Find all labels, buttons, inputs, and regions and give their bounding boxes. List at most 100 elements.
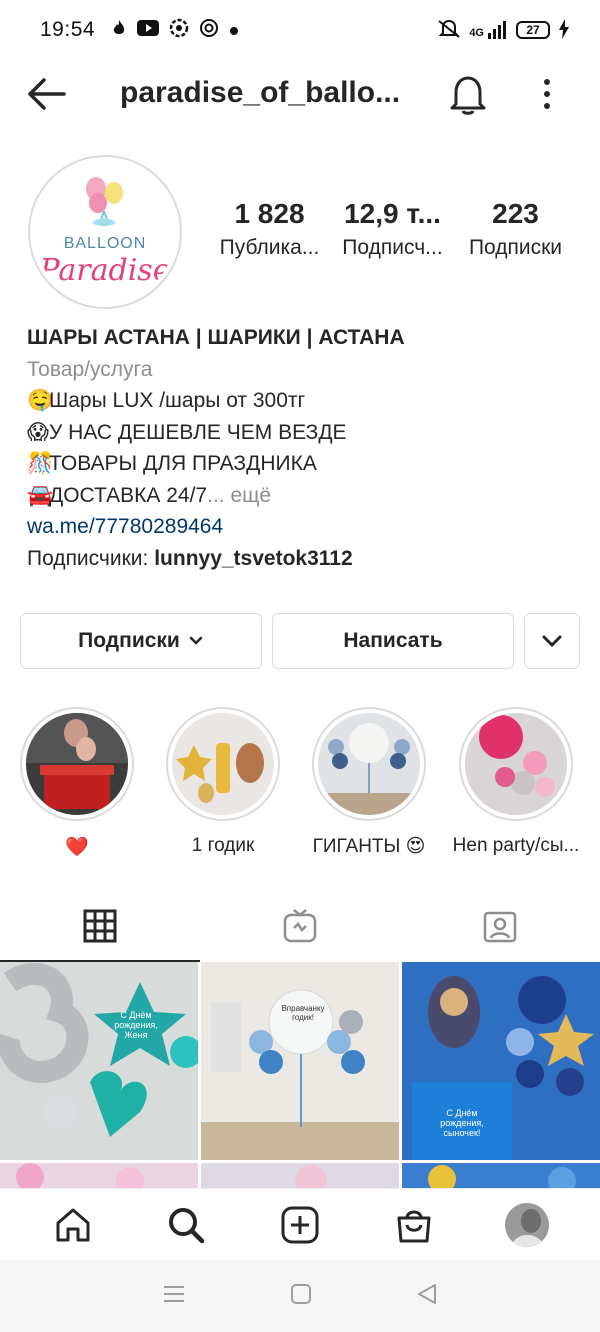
more-vertical-icon bbox=[544, 79, 550, 109]
highlight-ring bbox=[312, 707, 426, 821]
tab-tagged[interactable] bbox=[400, 890, 600, 962]
post-thumbnail[interactable]: Вправчанку годик! bbox=[201, 962, 399, 1160]
bio-emoji: 🤤 bbox=[27, 389, 54, 412]
bio-text: ТОВАРЫ ДЛЯ ПРАЗДНИКА bbox=[49, 452, 317, 475]
bio-more-link[interactable]: ... ещё bbox=[207, 484, 271, 507]
post-thumbnail-text: Вправчанку годик! bbox=[281, 1004, 325, 1022]
profile-bio: ШАРЫ АСТАНА | ШАРИКИ | АСТАНА Товар/услу… bbox=[27, 322, 587, 574]
tab-igtv[interactable] bbox=[200, 890, 400, 962]
bio-link[interactable]: wa.me/77780289464 bbox=[27, 511, 587, 543]
aperture-icon bbox=[169, 18, 189, 43]
highlight-item[interactable]: ГИГАНТЫ 😍 bbox=[299, 707, 439, 858]
system-status: 4G 27 bbox=[437, 18, 570, 42]
arrow-left-icon bbox=[28, 78, 66, 110]
message-button[interactable]: Написать bbox=[272, 613, 514, 669]
suggested-accounts-button[interactable] bbox=[524, 613, 580, 669]
following-button[interactable]: Подписки bbox=[20, 613, 262, 669]
clock: 19:54 bbox=[40, 18, 96, 41]
profile-actions: Подписки Написать bbox=[20, 613, 580, 669]
flame-icon bbox=[111, 19, 127, 42]
grid-icon bbox=[83, 909, 117, 943]
charging-icon bbox=[558, 18, 570, 42]
chevron-down-icon bbox=[189, 636, 203, 645]
post-thumbnail[interactable] bbox=[402, 1163, 600, 1188]
home-system-button[interactable] bbox=[290, 1283, 312, 1310]
create-post-button[interactable] bbox=[276, 1201, 324, 1249]
notifications-button[interactable] bbox=[448, 72, 488, 116]
highlight-thumbnail bbox=[172, 713, 274, 815]
highlight-label: ❤️ bbox=[65, 837, 89, 858]
notification-icons bbox=[111, 18, 239, 43]
highlight-thumbnail bbox=[318, 713, 420, 815]
back-button[interactable] bbox=[26, 74, 68, 114]
post-thumbnail-text: С Днём рождения, Женя bbox=[114, 1010, 158, 1040]
followed-by: Подписчики: lunnyy_tsvetok3112 bbox=[27, 543, 587, 575]
post-thumbnail[interactable] bbox=[0, 1163, 198, 1188]
highlight-item[interactable]: Hen party/сы... bbox=[446, 707, 586, 857]
post-thumbnail[interactable]: С Днём рождения, сыночек! bbox=[402, 962, 600, 1160]
stat-label: Публика... bbox=[219, 236, 320, 259]
profile-name: ШАРЫ АСТАНА | ШАРИКИ | АСТАНА bbox=[27, 326, 405, 349]
bio-emoji: 🚘 bbox=[27, 483, 54, 507]
system-navigation-bar bbox=[0, 1260, 600, 1332]
stat-value: 12,9 т... bbox=[344, 198, 441, 229]
post-thumbnail[interactable]: С Днём рождения, Женя bbox=[0, 962, 198, 1160]
bio-line: 🚘ДОСТАВКА 24/7... ещё bbox=[27, 480, 587, 512]
stat-followers[interactable]: 12,9 т... Подписч... bbox=[331, 198, 454, 260]
search-button[interactable] bbox=[162, 1201, 210, 1249]
message-label: Написать bbox=[343, 629, 443, 652]
bio-line: 😱У НАС ДЕШЕВЛЕ ЧЕМ ВЕЗДЕ bbox=[27, 417, 587, 449]
search-icon bbox=[169, 1207, 205, 1243]
shop-button[interactable] bbox=[390, 1201, 438, 1249]
bio-line: 🤤Шары LUX /шары от 300тг bbox=[27, 385, 587, 417]
bio-text: Шары LUX /шары от 300тг bbox=[49, 389, 306, 412]
status-bar: 19:54 4G 27 bbox=[0, 0, 600, 60]
bell-icon bbox=[450, 76, 486, 115]
dot-icon bbox=[229, 20, 239, 41]
bio-text: ДОСТАВКА 24/7 bbox=[49, 483, 208, 507]
network-type: 4G bbox=[469, 27, 484, 39]
profile-avatar[interactable]: BALLOON Paradise bbox=[28, 155, 182, 309]
youtube-icon bbox=[137, 19, 160, 41]
avatar-logo: BALLOON Paradise bbox=[34, 161, 176, 303]
highlight-ring bbox=[166, 707, 280, 821]
highlight-thumbnail bbox=[26, 713, 128, 815]
profile-tab-button[interactable] bbox=[503, 1201, 551, 1249]
story-highlights: ❤️ 1 годик ГИГАНТЫ 😍 Hen party/сы... bbox=[0, 707, 600, 859]
triangle-back-icon bbox=[418, 1283, 436, 1304]
menu-icon bbox=[164, 1285, 184, 1302]
highlight-item[interactable]: ❤️ bbox=[7, 707, 147, 859]
plus-square-icon bbox=[281, 1206, 319, 1243]
at-icon bbox=[199, 18, 219, 43]
highlight-ring bbox=[459, 707, 573, 821]
tab-posts-grid[interactable] bbox=[0, 890, 200, 962]
home-icon bbox=[56, 1208, 90, 1241]
profile-category: Товар/услуга bbox=[27, 357, 153, 381]
highlight-label: Hen party/сы... bbox=[452, 835, 580, 856]
stat-value: 1 828 bbox=[234, 198, 305, 229]
highlight-item[interactable]: 1 годик bbox=[153, 707, 293, 857]
profile-avatar-small bbox=[505, 1202, 550, 1247]
stat-following[interactable]: 223 Подписки bbox=[454, 198, 577, 260]
stat-label: Подписч... bbox=[342, 236, 443, 259]
more-options-button[interactable] bbox=[532, 76, 562, 112]
tagged-user-icon bbox=[483, 911, 517, 943]
signal-icon: 4G bbox=[469, 21, 508, 39]
profile-stats: 1 828 Публика... 12,9 т... Подписч... 22… bbox=[208, 198, 588, 260]
bio-emoji: 🎊 bbox=[27, 452, 54, 475]
followed-by-prefix: Подписчики: bbox=[27, 546, 155, 570]
followed-by-user[interactable]: lunnyy_tsvetok3112 bbox=[154, 547, 352, 570]
stat-posts[interactable]: 1 828 Публика... bbox=[208, 198, 331, 260]
stat-label: Подписки bbox=[468, 236, 563, 259]
post-thumbnail-text: С Днём рождения, сыночек! bbox=[440, 1108, 484, 1138]
bio-line: 🎊ТОВАРЫ ДЛЯ ПРАЗДНИКА bbox=[27, 448, 587, 480]
post-thumbnail[interactable] bbox=[201, 1163, 399, 1188]
back-system-button[interactable] bbox=[416, 1282, 438, 1311]
bottom-navigation bbox=[0, 1188, 600, 1260]
highlight-label: ГИГАНТЫ 😍 bbox=[312, 836, 426, 857]
posts-grid: С Днём рождения, Женя Вправчанку годик! … bbox=[0, 962, 600, 1188]
home-button[interactable] bbox=[49, 1201, 97, 1249]
profile-tabs bbox=[0, 890, 600, 962]
recents-button[interactable] bbox=[162, 1283, 186, 1310]
square-icon bbox=[291, 1283, 311, 1304]
